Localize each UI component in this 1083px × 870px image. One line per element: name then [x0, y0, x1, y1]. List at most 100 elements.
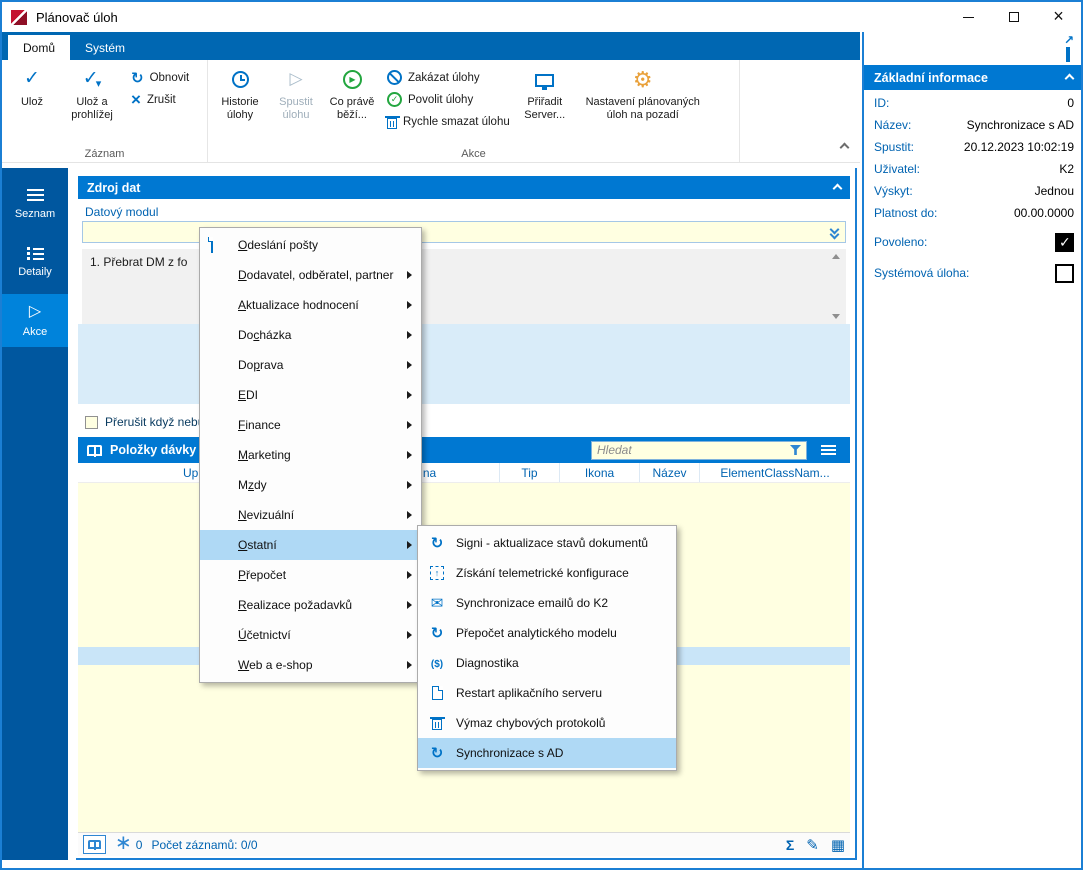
- submenu-item-signi[interactable]: Signi - aktualizace stavů dokumentů: [418, 528, 676, 558]
- minimize-icon: [963, 16, 974, 18]
- menu-item-aktualizace-hodnoceni[interactable]: Aktualizace hodnocení: [200, 290, 421, 320]
- book-view-button[interactable]: [83, 835, 106, 854]
- field-label: Systémová úloha:: [874, 266, 970, 280]
- document-icon: [211, 237, 213, 253]
- column-header[interactable]: Ikona: [560, 463, 640, 482]
- sidebar-item-detaily[interactable]: Detaily: [2, 236, 68, 289]
- menu-item-web-eshop[interactable]: Web a e-shop: [200, 650, 421, 680]
- save-label: Ulož: [20, 96, 43, 108]
- open-in-window-button[interactable]: [1066, 41, 1070, 62]
- list-item[interactable]: 1. Přebrat DM z fo: [90, 255, 187, 269]
- submenu-arrow-icon: [407, 361, 412, 369]
- submenu-item-diagnostika[interactable]: Diagnostika: [418, 648, 676, 678]
- menu-item-realizace[interactable]: Realizace požadavků: [200, 590, 421, 620]
- run-task-button[interactable]: Spustit úlohu: [269, 63, 323, 125]
- refresh-icon: [131, 69, 144, 87]
- refresh-label: Obnovit: [149, 71, 190, 84]
- background-settings-button[interactable]: Nastavení plánovaných úloh na pozadí: [574, 63, 712, 125]
- enable-tasks-button[interactable]: Povolit úlohy: [387, 90, 510, 109]
- actions-icon: [29, 304, 41, 320]
- menu-item-nevizualni[interactable]: Nevizuální: [200, 500, 421, 530]
- field-label: Spustit:: [874, 140, 915, 154]
- menu-item-ostatni[interactable]: Ostatní: [200, 530, 421, 560]
- submenu-item-prepocet-modelu[interactable]: Přepočet analytického modelu: [418, 618, 676, 648]
- filter-icon[interactable]: [790, 445, 801, 455]
- search-input[interactable]: [597, 443, 786, 457]
- tab-home-label: Domů: [23, 40, 56, 55]
- submenu-item-telemetrie[interactable]: Získání telemetrické konfigurace: [418, 558, 676, 588]
- column-header[interactable]: Název: [640, 463, 700, 482]
- edit-icon[interactable]: [806, 836, 819, 854]
- book-icon: [88, 840, 101, 849]
- data-source-header: Zdroj dat: [78, 176, 850, 199]
- menu-item-edi[interactable]: EDI: [200, 380, 421, 410]
- menu-item-finance[interactable]: Finance: [200, 410, 421, 440]
- submenu-item-sync-ad[interactable]: Synchronizace s AD: [418, 738, 676, 768]
- counter: 0: [115, 838, 143, 852]
- menu-item-dodavatel[interactable]: Dodavatel, odběratel, partner: [200, 260, 421, 290]
- menu-item-mzdy[interactable]: Mzdy: [200, 470, 421, 500]
- sidebar-item-seznam[interactable]: Seznam: [2, 178, 68, 231]
- settings-gear-icon: [633, 69, 653, 91]
- field-value: Synchronizace s AD: [966, 118, 1074, 132]
- column-header[interactable]: Tip: [500, 463, 560, 482]
- data-module-field: [82, 221, 846, 243]
- sum-icon[interactable]: [786, 837, 794, 853]
- enabled-checkbox[interactable]: [1055, 232, 1074, 252]
- menu-item-ucetnictvi[interactable]: Účetnictví: [200, 620, 421, 650]
- scroll-down-icon[interactable]: [832, 314, 840, 319]
- grid-menu-button[interactable]: [815, 437, 841, 463]
- info-rows: ID: 0 Název: Synchronizace s AD Spustit: 20…: [864, 92, 1081, 286]
- submenu-item-restart-serveru[interactable]: Restart aplikačního serveru: [418, 678, 676, 708]
- external-icon: [1066, 41, 1070, 62]
- disable-tasks-button[interactable]: Zakázat úlohy: [387, 68, 510, 87]
- tab-system[interactable]: Systém: [70, 35, 140, 60]
- menu-item-marketing[interactable]: Marketing: [200, 440, 421, 470]
- interrupt-checkbox[interactable]: [85, 415, 98, 429]
- menu-item-label: Finance: [238, 418, 281, 432]
- window-controls: [946, 2, 1081, 32]
- submenu-item-vymaz-protokolu[interactable]: Výmaz chybových protokolů: [418, 708, 676, 738]
- refresh-icon: [431, 744, 444, 762]
- info-row: Výskyt: Jednou: [864, 180, 1081, 202]
- quick-delete-button[interactable]: Rychle smazat úlohu: [385, 112, 510, 131]
- menu-item-label: Výmaz chybových protokolů: [456, 716, 606, 730]
- save-and-view-button[interactable]: Ulož a prohlížej: [59, 63, 125, 125]
- scroll-up-icon[interactable]: [832, 254, 840, 259]
- field-value: 0: [1067, 96, 1074, 110]
- grid-icon[interactable]: [831, 836, 845, 854]
- close-button[interactable]: [1036, 2, 1081, 32]
- menu-item-prepocet[interactable]: Přepočet: [200, 560, 421, 590]
- column-header[interactable]: ElementClassNam...: [700, 463, 850, 482]
- chevron-up-icon: [832, 183, 843, 193]
- menu-item-dochazka[interactable]: Docházka: [200, 320, 421, 350]
- submenu-item-sync-emailu[interactable]: Synchronizace emailů do K2: [418, 588, 676, 618]
- menu-item-odeslani-posty[interactable]: Odeslání pošty: [200, 230, 421, 260]
- maximize-button[interactable]: [991, 2, 1036, 32]
- minimize-button[interactable]: [946, 2, 991, 32]
- enable-tasks-label: Povolit úlohy: [408, 93, 474, 106]
- menu-item-doprava[interactable]: Doprava: [200, 350, 421, 380]
- assign-server-button[interactable]: Přiřadit Server...: [516, 63, 574, 125]
- delete-icon: [430, 717, 445, 730]
- menu-item-label: Synchronizace emailů do K2: [456, 596, 609, 610]
- ribbon: Ulož Ulož a prohlížej Obnovit Zrušit Záz…: [2, 60, 860, 163]
- enable-icon: [387, 92, 402, 107]
- collapse-data-source-button[interactable]: [832, 181, 843, 195]
- running-now-label: Co právě běží...: [329, 96, 375, 121]
- collapse-info-button[interactable]: [1064, 71, 1075, 85]
- submenu-arrow-icon: [407, 331, 412, 339]
- group-record-label: Záznam: [84, 148, 125, 160]
- task-history-label: Historie úlohy: [221, 96, 259, 121]
- running-now-button[interactable]: Co právě běží...: [323, 63, 381, 125]
- cancel-button[interactable]: Zrušit: [131, 90, 189, 109]
- ribbon-collapse-button[interactable]: [839, 138, 850, 156]
- refresh-button[interactable]: Obnovit: [131, 68, 190, 87]
- task-history-button[interactable]: Historie úlohy: [211, 63, 269, 125]
- tab-home[interactable]: Domů: [8, 35, 71, 60]
- system-task-checkbox[interactable]: [1055, 263, 1074, 283]
- save-button[interactable]: Ulož: [5, 63, 59, 112]
- dropdown-icon[interactable]: [829, 226, 840, 239]
- sidebar-item-akce[interactable]: Akce: [2, 294, 68, 347]
- field-label: Povoleno:: [874, 235, 928, 249]
